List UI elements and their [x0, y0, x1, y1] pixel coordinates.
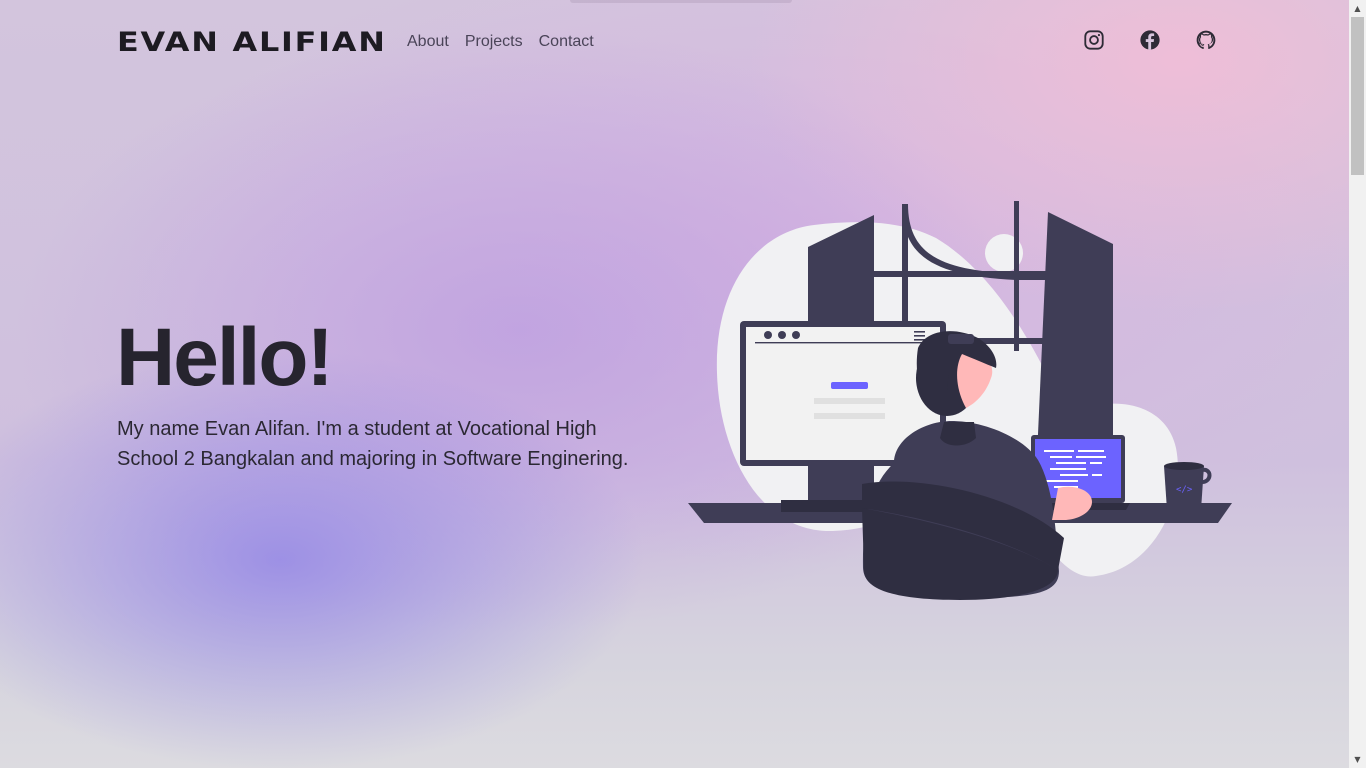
nav-link-projects[interactable]: Projects — [465, 32, 523, 52]
facebook-icon[interactable] — [1139, 29, 1161, 51]
site-logo[interactable]: EVAN ALIFIAN — [117, 29, 387, 57]
vertical-scrollbar[interactable]: ▲ ▼ — [1349, 0, 1366, 768]
page: EVAN ALIFIAN About Projects Contact Hell… — [0, 0, 1349, 768]
instagram-icon[interactable] — [1083, 29, 1105, 51]
developer-illustration: </> — [688, 201, 1232, 600]
hero-description: My name Evan Alifan. I'm a student at Vo… — [117, 418, 629, 470]
social-links — [1083, 29, 1217, 51]
nav-link-about[interactable]: About — [407, 32, 449, 52]
scrollbar-thumb[interactable] — [1351, 17, 1364, 175]
scroll-up-arrow-icon[interactable]: ▲ — [1349, 0, 1366, 17]
top-shadow — [570, 0, 792, 3]
svg-text:</>: </> — [1176, 485, 1193, 495]
scroll-down-arrow-icon[interactable]: ▼ — [1349, 751, 1366, 768]
hero-title: Hello! — [116, 312, 334, 403]
github-icon[interactable] — [1195, 29, 1217, 51]
nav-links: About Projects Contact — [407, 32, 594, 52]
nav-link-contact[interactable]: Contact — [539, 32, 594, 52]
navbar: EVAN ALIFIAN About Projects Contact — [117, 26, 1217, 60]
